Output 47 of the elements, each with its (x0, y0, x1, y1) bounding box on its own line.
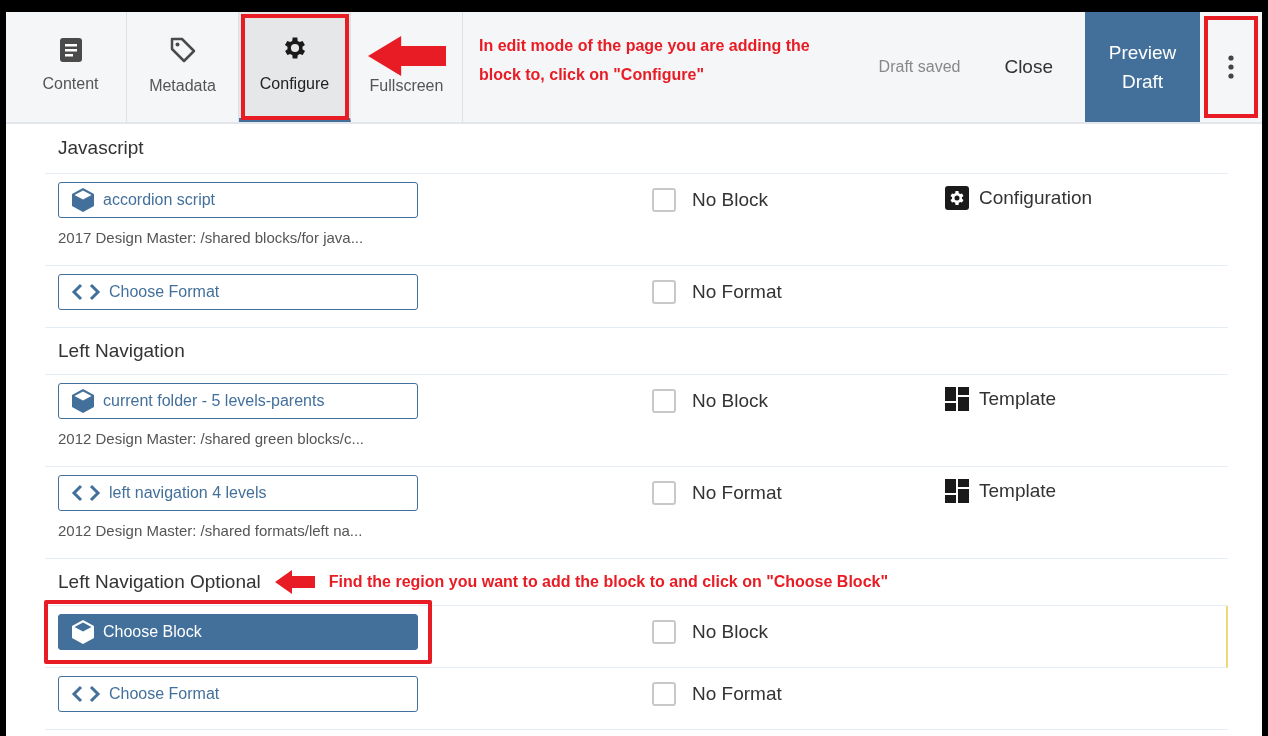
choose-block-button[interactable]: accordion script (58, 182, 418, 218)
cube-icon (71, 187, 95, 213)
block-path: 2012 Design Master: /shared green blocks/c... (58, 429, 365, 449)
section-heading: Left Navigation Optional (57, 569, 261, 594)
checkbox[interactable] (652, 481, 676, 506)
tab[interactable]: Content (15, 12, 127, 122)
code-icon (71, 484, 101, 502)
template-icon (945, 387, 969, 411)
checkbox-label: No Block (692, 620, 769, 644)
checkbox[interactable] (652, 682, 676, 707)
block-path: 2017 Design Master: /shared blocks/for java... (58, 228, 365, 248)
draft-status: Draft saved (878, 57, 961, 77)
checkbox-label: No Block (692, 389, 769, 413)
choose-block-button[interactable]: current folder - 5 levels-parents (58, 383, 418, 419)
choose-block-button[interactable]: Choose Block (58, 614, 418, 650)
annotation-text: Find the region you want to add the block to and click on "Choose Block" (328, 572, 888, 592)
choose-format-button[interactable]: Choose Format (58, 274, 418, 310)
close-button[interactable]: Close (1004, 52, 1053, 82)
checkbox-label: No Format (692, 280, 782, 304)
template-icon (945, 479, 969, 503)
section-heading: Left Navigation (57, 338, 185, 363)
annotation-text: In edit mode of the page you are adding the block to, click on "Configure" (479, 36, 811, 85)
choose-format-button[interactable]: left navigation 4 levels (58, 475, 418, 511)
section-heading: Javascript (57, 136, 144, 161)
checkbox-label: No Format (692, 481, 782, 505)
cube-icon (71, 619, 95, 645)
choose-format-button[interactable]: Choose Format (58, 676, 418, 712)
gear-icon (945, 186, 969, 210)
checkbox[interactable] (652, 389, 676, 414)
cube-icon (71, 388, 95, 414)
checkbox-label: No Block (692, 188, 769, 212)
more-icon (1228, 55, 1234, 79)
code-icon (71, 283, 101, 301)
code-icon (71, 685, 101, 703)
source-label: Configuration (979, 186, 1093, 210)
block-path: 2012 Design Master: /shared formats/left na... (58, 521, 364, 541)
source-label: Template (979, 387, 1057, 411)
checkbox[interactable] (652, 188, 676, 213)
checkbox[interactable] (652, 280, 676, 305)
preview-draft-button[interactable]: Preview Draft (1085, 12, 1200, 122)
checkbox-label: No Format (692, 682, 782, 706)
checkbox[interactable] (652, 620, 676, 645)
annotation-arrow (274, 570, 315, 594)
source-label: Template (979, 479, 1057, 503)
tag-icon (168, 36, 197, 64)
tab[interactable]: Configure (239, 12, 351, 122)
document-icon (59, 38, 82, 62)
